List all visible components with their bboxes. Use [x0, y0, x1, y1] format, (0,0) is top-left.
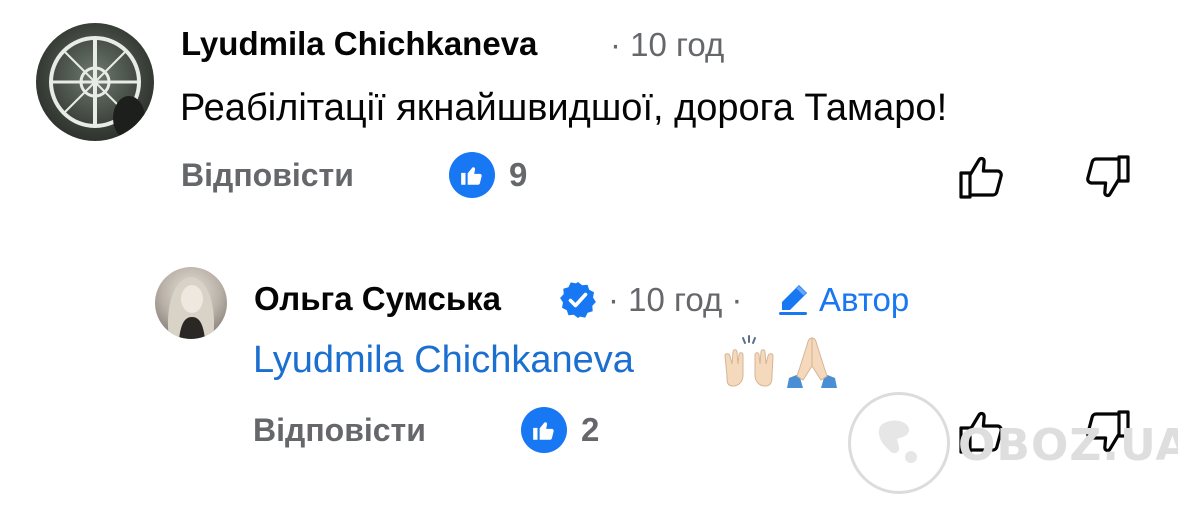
- author-badge-label: Автор: [819, 281, 910, 318]
- author-avatar[interactable]: [155, 267, 227, 339]
- watermark-text: OBOZ.UA: [958, 420, 1178, 471]
- verified-badge-icon: [558, 280, 598, 320]
- mention-link[interactable]: Lyudmila Chichkaneva: [253, 338, 634, 382]
- commenter-name[interactable]: Lyudmila Chichkaneva: [181, 26, 537, 62]
- reply-button[interactable]: Відповісти: [181, 156, 354, 194]
- reaction-count[interactable]: 9: [449, 152, 527, 198]
- author-name[interactable]: Ольга Сумська: [254, 281, 501, 317]
- like-count: 2: [581, 411, 600, 448]
- like-reaction-icon: [521, 407, 567, 453]
- comment-text: Реабілітації якнайшвидшої, дорога Тамаро…: [180, 87, 948, 129]
- reply-button[interactable]: Відповісти: [253, 411, 426, 449]
- raising-hands-emoji-icon: [721, 334, 777, 390]
- folded-hands-emoji-icon: [783, 334, 841, 390]
- pencil-icon: [775, 281, 811, 317]
- watermark-logo-icon: [848, 392, 950, 494]
- commenter-avatar[interactable]: [36, 23, 154, 141]
- like-count: 9: [509, 156, 528, 193]
- reaction-count[interactable]: 2: [521, 407, 599, 453]
- thumbs-down-icon[interactable]: [1083, 154, 1131, 200]
- comment-timestamp[interactable]: · 10 год ·: [608, 281, 742, 319]
- like-reaction-icon: [449, 152, 495, 198]
- comment-timestamp[interactable]: · 10 год: [610, 26, 724, 64]
- thumbs-up-icon[interactable]: [958, 154, 1006, 200]
